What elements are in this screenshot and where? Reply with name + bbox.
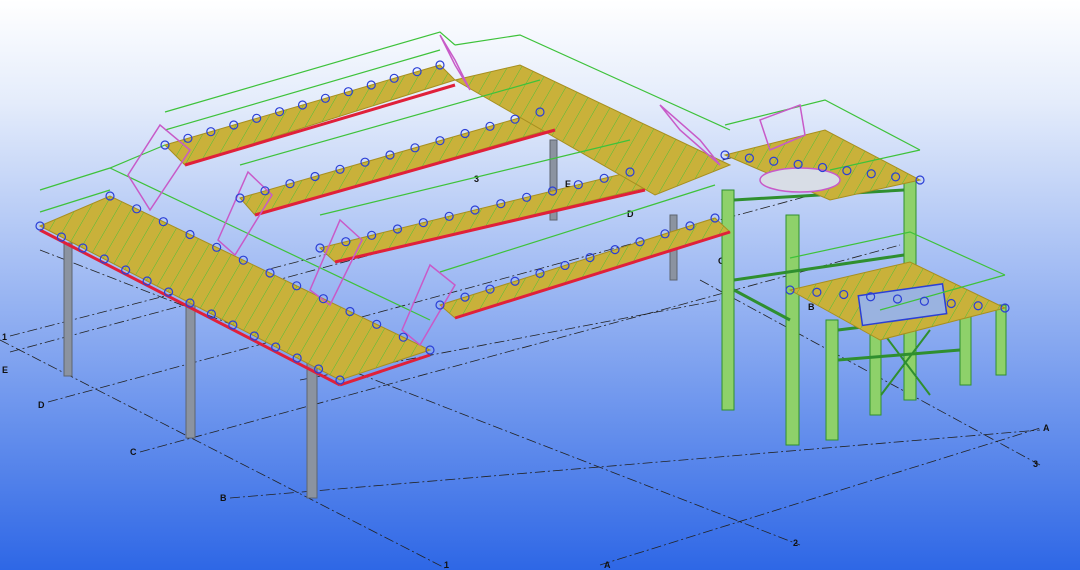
grid-label-e-left: E (2, 365, 8, 375)
model-viewport-stage: 1 E D C B 1 A 2 3 A 3 E D C B (0, 0, 1080, 570)
grid-label-a-right: A (1043, 423, 1050, 433)
grid-label-d-left: D (38, 400, 45, 410)
3d-model-viewport[interactable]: 1 E D C B 1 A 2 3 A 3 E D C B (0, 0, 1080, 570)
grid-label-1-left: 1 (2, 332, 7, 342)
column (185, 295, 196, 439)
grid-label-b-left: B (220, 493, 227, 503)
grid-label-3-right: 3 (1033, 459, 1038, 469)
column (63, 242, 73, 377)
grid-label-3-mid: 3 (474, 174, 479, 184)
column (306, 355, 318, 499)
grid-label-c-left: C (130, 447, 137, 457)
grid-label-a-bottom: A (604, 560, 611, 570)
platform-opening (759, 167, 841, 193)
grid-label-2-bottom: 2 (793, 538, 798, 548)
grid-label-1-bottom: 1 (444, 560, 449, 570)
